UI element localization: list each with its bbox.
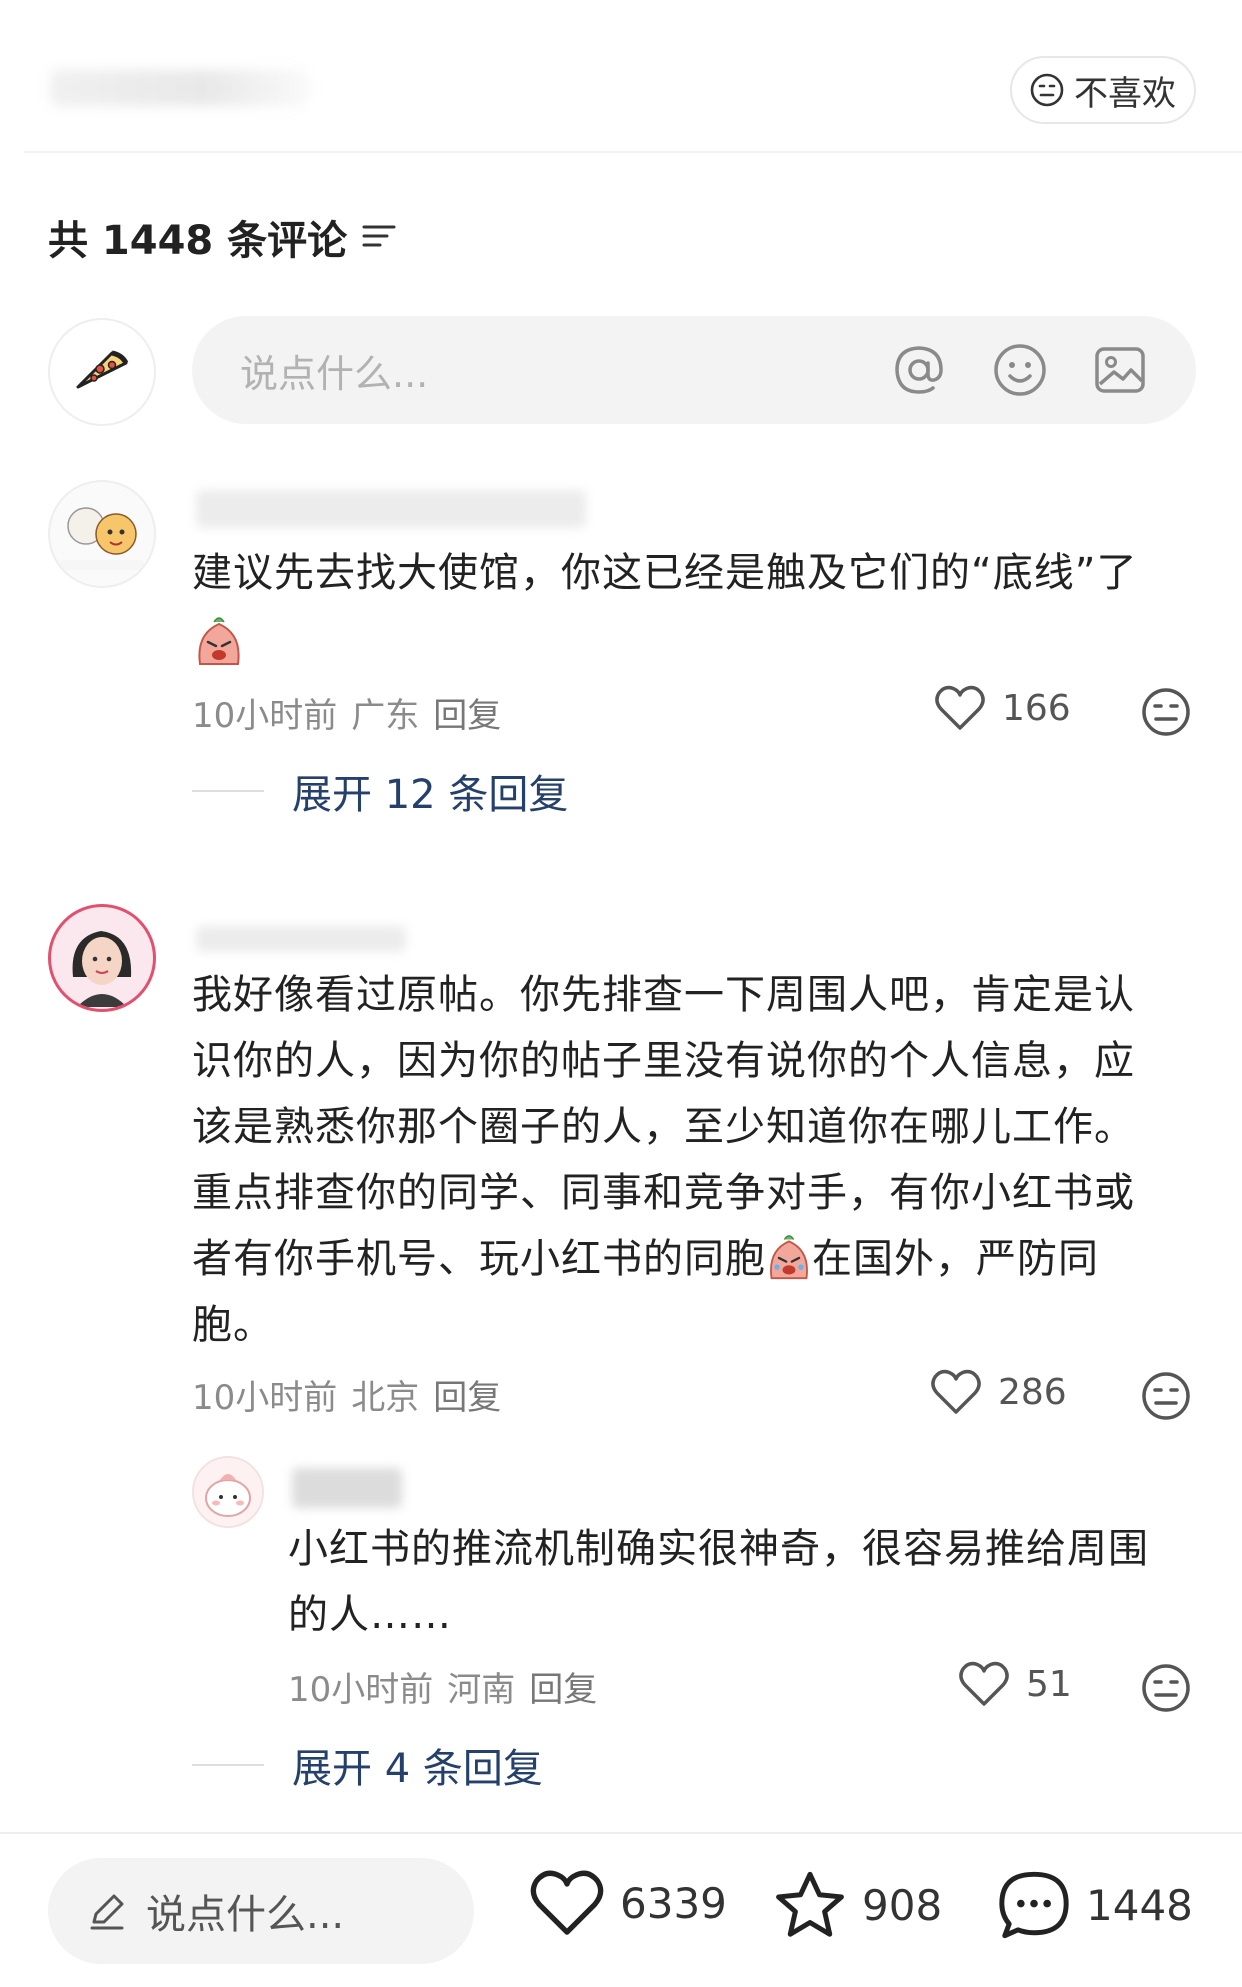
divider-line <box>192 790 264 792</box>
comment-text-line: 者有你手机号、玩小红书的同胞 在国外，严防同 <box>192 1226 1202 1292</box>
post-like-count: 6339 <box>620 1878 727 1928</box>
divider <box>24 151 1242 153</box>
sort-icon[interactable] <box>361 221 397 253</box>
comment-like-button[interactable]: 166 <box>934 684 1071 732</box>
reply-link[interactable]: 回复 <box>433 688 501 737</box>
dislike-comment-icon[interactable] <box>1140 686 1192 738</box>
blurred-author-name <box>50 70 310 106</box>
comment-location: 广东 <box>351 696 420 736</box>
mention-icon[interactable] <box>890 341 948 399</box>
neutral-face-icon <box>1030 73 1064 107</box>
expand-replies-button[interactable]: 展开 4 条回复 <box>192 1736 543 1794</box>
commenter-name-blurred[interactable] <box>196 926 406 952</box>
current-user-avatar[interactable] <box>48 318 156 426</box>
commenter-avatar[interactable] <box>48 904 156 1012</box>
comment-time: 10小时前 <box>192 696 338 736</box>
reply-text-line: 小红书的推流机制确实很神奇，很容易推给周围 <box>288 1526 1149 1572</box>
comment-location: 北京 <box>351 1378 420 1418</box>
post-favorite-button[interactable]: 908 <box>772 1868 942 1942</box>
portrait-avatar-image <box>72 931 132 1007</box>
comment-time: 10小时前 <box>192 1378 338 1418</box>
reply-name-blurred[interactable] <box>292 1468 402 1508</box>
bottom-divider <box>0 1832 1242 1834</box>
reply-text: 小红书的推流机制确实很神奇，很容易推给周围 的人…… <box>288 1516 1208 1648</box>
commenter-name-blurred[interactable] <box>196 490 586 528</box>
heart-icon <box>959 1661 1009 1706</box>
comment-input-placeholder: 说点什么... <box>240 351 429 396</box>
comment-text-line: 识你的人，因为你的帖子里没有说你的个人信息，应 <box>192 1038 1135 1084</box>
reply-link[interactable]: 回复 <box>433 1370 501 1419</box>
reply-location: 河南 <box>447 1670 516 1710</box>
reply-link[interactable]: 回复 <box>529 1662 597 1711</box>
post-favorite-count: 908 <box>862 1880 943 1930</box>
heart-icon <box>935 685 985 730</box>
comment-text-line: 重点排查你的同学、同事和竞争对手，有你小红书或 <box>192 1170 1135 1216</box>
like-count: 166 <box>1002 687 1071 729</box>
emoji-icon[interactable] <box>992 342 1048 398</box>
crying-sticker-icon <box>770 1235 808 1280</box>
comments-count-header: 共 1448 条评论 <box>48 208 397 266</box>
comment-text: 我好像看过原帖。你先排查一下周围人吧，肯定是认 识你的人，因为你的帖子里没有说你… <box>192 962 1202 1358</box>
heart-icon <box>530 1870 604 1935</box>
reply-avatar[interactable] <box>192 1456 264 1528</box>
like-count: 286 <box>998 1371 1067 1413</box>
divider-line <box>192 1764 264 1766</box>
pencil-icon <box>90 1894 124 1930</box>
star-icon <box>776 1871 844 1937</box>
comments-count-title: 共 1448 条评论 <box>48 218 348 264</box>
comment-like-button[interactable]: 286 <box>930 1368 1067 1416</box>
dislike-comment-icon[interactable] <box>1140 1370 1192 1422</box>
expand-replies-label: 展开 4 条回复 <box>292 1746 543 1792</box>
crying-sticker-icon <box>198 617 240 665</box>
reply-time: 10小时前 <box>288 1670 434 1710</box>
reply-text-line: 的人…… <box>288 1592 452 1638</box>
cartoon-avatar-image <box>60 507 144 570</box>
pizza-icon <box>76 350 129 389</box>
post-comment-button[interactable]: 1448 <box>996 1868 1193 1942</box>
comment-text-line: 胞。 <box>192 1302 274 1348</box>
expand-replies-button[interactable]: 展开 12 条回复 <box>192 762 568 820</box>
comment-text: 建议先去找大使馆，你这已经是触及它们的“底线”了 <box>192 550 1138 596</box>
dislike-label: 不喜欢 <box>1074 73 1176 114</box>
reply-meta: 10小时前 河南 回复 <box>288 1662 597 1711</box>
comment-bubble-icon <box>999 1871 1069 1939</box>
dislike-button[interactable]: 不喜欢 <box>1010 56 1196 124</box>
bottom-comment-input[interactable]: 说点什么... <box>48 1858 474 1964</box>
comment-text-fragment: 者有你手机号、玩小红书的同胞 <box>192 1236 766 1282</box>
post-like-button[interactable]: 6339 <box>528 1868 727 1938</box>
reply-like-button[interactable]: 51 <box>958 1660 1072 1708</box>
comment-text-fragment: 在国外，严防同 <box>812 1236 1099 1282</box>
cute-creature-avatar-image <box>205 1474 251 1517</box>
expand-replies-label: 展开 12 条回复 <box>292 772 569 818</box>
image-icon[interactable] <box>1092 342 1148 398</box>
dislike-comment-icon[interactable] <box>1140 1662 1192 1714</box>
comment-text-line: 该是熟悉你那个圈子的人，至少知道你在哪儿工作。 <box>192 1104 1135 1150</box>
comment-input[interactable]: 说点什么... <box>192 316 1196 424</box>
like-count: 51 <box>1026 1663 1072 1705</box>
comment-meta: 10小时前 北京 回复 <box>192 1370 501 1419</box>
comment-text-line: 我好像看过原帖。你先排查一下周围人吧，肯定是认 <box>192 972 1135 1018</box>
heart-icon <box>931 1369 981 1414</box>
post-comment-count: 1448 <box>1086 1880 1193 1930</box>
commenter-avatar[interactable] <box>48 480 156 588</box>
bottom-input-placeholder: 说点什么... <box>146 1892 345 1938</box>
comment-meta: 10小时前 广东 回复 <box>192 688 501 737</box>
